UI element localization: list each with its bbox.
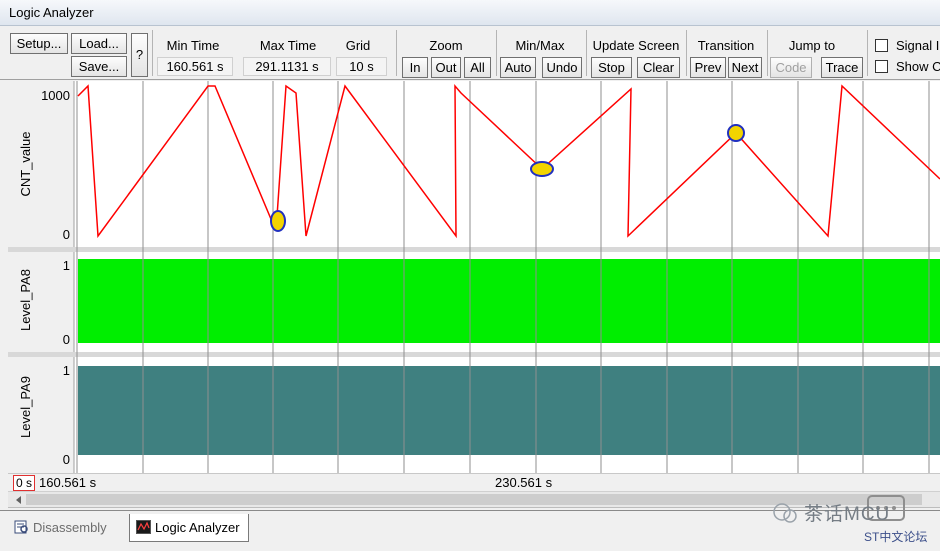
cursor-time-label: 0 s xyxy=(13,475,36,491)
tab-logic-analyzer[interactable]: Logic Analyzer xyxy=(129,514,249,542)
cnt-value-max-label: 1000 xyxy=(41,88,70,103)
update-screen-label: Update Screen xyxy=(592,38,680,53)
signal-info-label: Signal I xyxy=(896,38,940,53)
jump-trace-button[interactable]: Trace xyxy=(821,57,863,78)
show-cycles-checkbox[interactable] xyxy=(875,60,888,73)
transition-markers xyxy=(270,124,745,232)
min-time-label: Min Time xyxy=(166,38,220,53)
zoom-out-button[interactable]: Out xyxy=(431,57,461,78)
transition-prev-button[interactable]: Prev xyxy=(690,57,726,78)
load-button[interactable]: Load... xyxy=(71,33,127,54)
separator xyxy=(767,30,768,76)
logic-analyzer-icon xyxy=(136,520,151,534)
zoom-in-button[interactable]: In xyxy=(402,57,428,78)
watermark: 茶话MCU ST中文论坛 xyxy=(772,492,940,550)
tab-logic-analyzer-label: Logic Analyzer xyxy=(155,520,240,535)
zoom-all-button[interactable]: All xyxy=(464,57,491,78)
minmax-undo-button[interactable]: Undo xyxy=(542,57,582,78)
disassembly-icon xyxy=(14,520,28,534)
window-title: Logic Analyzer xyxy=(0,0,940,26)
max-time-value: 291.1131 s xyxy=(243,57,331,76)
waveform-plot[interactable]: CNT_value 1000 0 Level_PA8 1 0 Level_PA9… xyxy=(8,81,940,473)
separator xyxy=(586,30,587,76)
jump-code-button[interactable]: Code xyxy=(770,57,812,78)
tab-disassembly-label: Disassembly xyxy=(33,520,107,535)
show-cycles-label: Show C xyxy=(896,59,940,74)
tab-disassembly[interactable]: Disassembly xyxy=(8,514,115,542)
level-pa9-trace xyxy=(78,366,940,455)
toolbar: Setup... Load... Save... ? Min Time 160.… xyxy=(0,27,940,80)
level-pa8-min-label: 0 xyxy=(63,332,70,347)
clear-button[interactable]: Clear xyxy=(637,57,680,78)
signal-name-level-pa8[interactable]: Level_PA8 xyxy=(18,269,33,331)
minmax-label: Min/Max xyxy=(515,38,565,53)
stop-button[interactable]: Stop xyxy=(591,57,632,78)
save-button[interactable]: Save... xyxy=(71,56,127,77)
min-time-value: 160.561 s xyxy=(157,57,233,76)
signal-name-cnt-value[interactable]: CNT_value xyxy=(18,131,33,196)
axis-start-label: 160.561 s xyxy=(39,475,97,490)
minmax-auto-button[interactable]: Auto xyxy=(500,57,536,78)
signal-info-checkbox[interactable] xyxy=(875,39,888,52)
separator xyxy=(496,30,497,76)
transition-label: Transition xyxy=(697,38,755,53)
level-pa8-trace xyxy=(78,259,940,343)
watermark-forum: ST中文论坛 xyxy=(864,530,928,544)
transition-next-button[interactable]: Next xyxy=(728,57,762,78)
jump-to-label: Jump to xyxy=(788,38,836,53)
watermark-brand: 茶话MCU xyxy=(804,504,891,525)
grid-value: 10 s xyxy=(336,57,387,76)
grid-label: Grid xyxy=(345,38,371,53)
separator xyxy=(396,30,397,76)
setup-button[interactable]: Setup... xyxy=(10,33,68,54)
separator xyxy=(686,30,687,76)
transition-marker xyxy=(270,210,286,232)
cnt-value-trace xyxy=(77,83,940,239)
separator xyxy=(152,30,153,76)
cnt-value-min-label: 0 xyxy=(63,227,70,242)
max-time-label: Max Time xyxy=(259,38,317,53)
transition-marker xyxy=(530,161,554,177)
level-pa9-min-label: 0 xyxy=(63,452,70,467)
separator xyxy=(867,30,868,76)
axis-mid-label: 230.561 s xyxy=(495,475,553,490)
transition-marker xyxy=(727,124,745,142)
level-pa9-max-label: 1 xyxy=(63,363,70,378)
level-pa8-max-label: 1 xyxy=(63,258,70,273)
lane-separator xyxy=(8,352,940,357)
help-button[interactable]: ? xyxy=(131,33,148,77)
zoom-label: Zoom xyxy=(429,38,463,53)
scroll-left-icon[interactable] xyxy=(16,496,21,504)
time-axis: 0 s 160.561 s 230.561 s xyxy=(8,473,940,491)
signal-name-level-pa9[interactable]: Level_PA9 xyxy=(18,376,33,438)
lane-separator xyxy=(8,247,940,252)
